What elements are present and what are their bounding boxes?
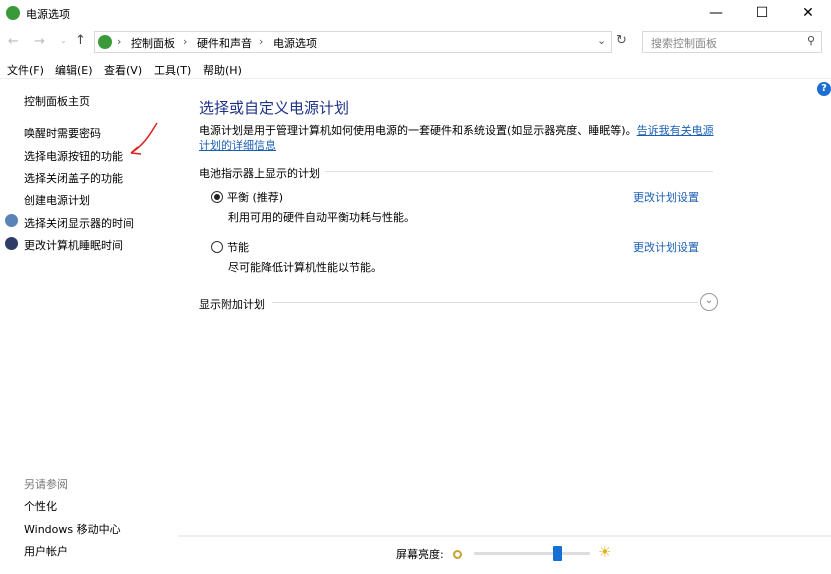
red-arrow-annotation	[130, 122, 158, 155]
plan-saver-radio[interactable]	[211, 241, 223, 253]
plan-description: 电源计划是用于管理计算机如何使用电源的一套硬件和系统设置(如显示器亮度、睡眠等)…	[199, 123, 719, 153]
breadcrumb-hardware-sound[interactable]: 硬件和声音	[197, 35, 252, 51]
brightness-slider[interactable]	[474, 546, 590, 561]
title-bar: 电源选项 — ☐ ✕	[0, 0, 831, 28]
display-icon	[5, 214, 18, 227]
battery-plans-label: 电池指示器上显示的计划	[199, 167, 320, 180]
search-placeholder: 搜索控制面板	[651, 37, 717, 50]
sidebar-home-link[interactable]: 控制面板主页	[24, 93, 90, 109]
address-dropdown-icon[interactable]: ⌄	[597, 34, 606, 47]
brightness-bar: 屏幕亮度: ☀	[178, 535, 831, 574]
description-text: 电源计划是用于管理计算机如何使用电源的一套硬件和系统设置(如显示器亮度、睡眠等)…	[199, 124, 637, 137]
breadcrumb-control-panel[interactable]: 控制面板	[131, 35, 175, 51]
expand-chevron-icon[interactable]: ⌄	[700, 293, 718, 311]
brightness-label: 屏幕亮度:	[396, 548, 444, 561]
sidebar-item-power-button[interactable]: 选择电源按钮的功能	[24, 148, 123, 164]
sidebar-item-lid-close[interactable]: 选择关闭盖子的功能	[24, 170, 123, 186]
plan-saver-change-link[interactable]: 更改计划设置	[633, 239, 699, 255]
breadcrumb-power-options[interactable]: 电源选项	[273, 35, 317, 51]
page-title: 选择或自定义电源计划	[199, 99, 350, 117]
forward-icon[interactable]: →	[34, 34, 45, 49]
help-icon[interactable]: ?	[817, 82, 831, 96]
close-button[interactable]: ✕	[785, 0, 831, 28]
window-title: 电源选项	[26, 8, 70, 21]
refresh-icon[interactable]: ↻	[616, 33, 627, 48]
plan-saver-desc: 尽可能降低计算机性能以节能。	[228, 261, 382, 274]
recent-dropdown-icon[interactable]: ⌄	[60, 36, 67, 45]
minimize-button[interactable]: —	[693, 0, 739, 28]
sidebar-item-sleep-time[interactable]: 更改计算机睡眠时间	[24, 237, 123, 253]
sidebar-item-create-plan[interactable]: 创建电源计划	[24, 192, 90, 208]
plan-balanced-radio[interactable]	[211, 191, 223, 203]
show-additional-plans-label: 显示附加计划	[199, 298, 265, 311]
menu-edit[interactable]: 编辑(E)	[55, 62, 93, 78]
address-bar[interactable]: › 控制面板 › 硬件和声音 › 电源选项 ⌄	[94, 31, 612, 53]
sidebar-item-display-off[interactable]: 选择关闭显示器的时间	[24, 215, 134, 231]
plan-balanced-desc: 利用可用的硬件自动平衡功耗与性能。	[228, 211, 415, 224]
menu-tools[interactable]: 工具(T)	[154, 62, 191, 78]
menu-view[interactable]: 查看(V)	[104, 62, 142, 78]
up-icon[interactable]: ↑	[75, 33, 86, 48]
plan-balanced-change-link[interactable]: 更改计划设置	[633, 189, 699, 205]
plan-saver-name[interactable]: 节能	[227, 239, 249, 255]
search-icon[interactable]: ⚲	[807, 34, 815, 47]
control-panel-icon	[98, 35, 112, 49]
dim-sun-icon	[453, 550, 462, 559]
search-input[interactable]: 搜索控制面板 ⚲	[642, 31, 822, 53]
see-also-user-accounts[interactable]: 用户帐户	[24, 543, 68, 559]
maximize-button[interactable]: ☐	[739, 0, 785, 28]
bright-sun-icon: ☀	[598, 543, 612, 561]
back-icon[interactable]: ←	[8, 34, 19, 49]
menu-bar: 文件(F) 编辑(E) 查看(V) 工具(T) 帮助(H)	[0, 59, 831, 79]
sleep-icon	[5, 237, 18, 250]
sidebar-item-wake-password[interactable]: 唤醒时需要密码	[24, 125, 101, 141]
menu-help[interactable]: 帮助(H)	[203, 62, 242, 78]
brightness-slider-thumb[interactable]	[553, 546, 563, 561]
plan-balanced-name[interactable]: 平衡 (推荐)	[227, 189, 283, 205]
see-also-mobility-center[interactable]: Windows 移动中心	[24, 521, 121, 537]
learn-more-link-part2[interactable]: 划的详细信息	[210, 139, 276, 152]
see-also-personalization[interactable]: 个性化	[24, 498, 57, 514]
see-also-heading: 另请参阅	[24, 478, 68, 491]
power-options-icon	[6, 6, 20, 20]
menu-file[interactable]: 文件(F)	[7, 62, 44, 78]
